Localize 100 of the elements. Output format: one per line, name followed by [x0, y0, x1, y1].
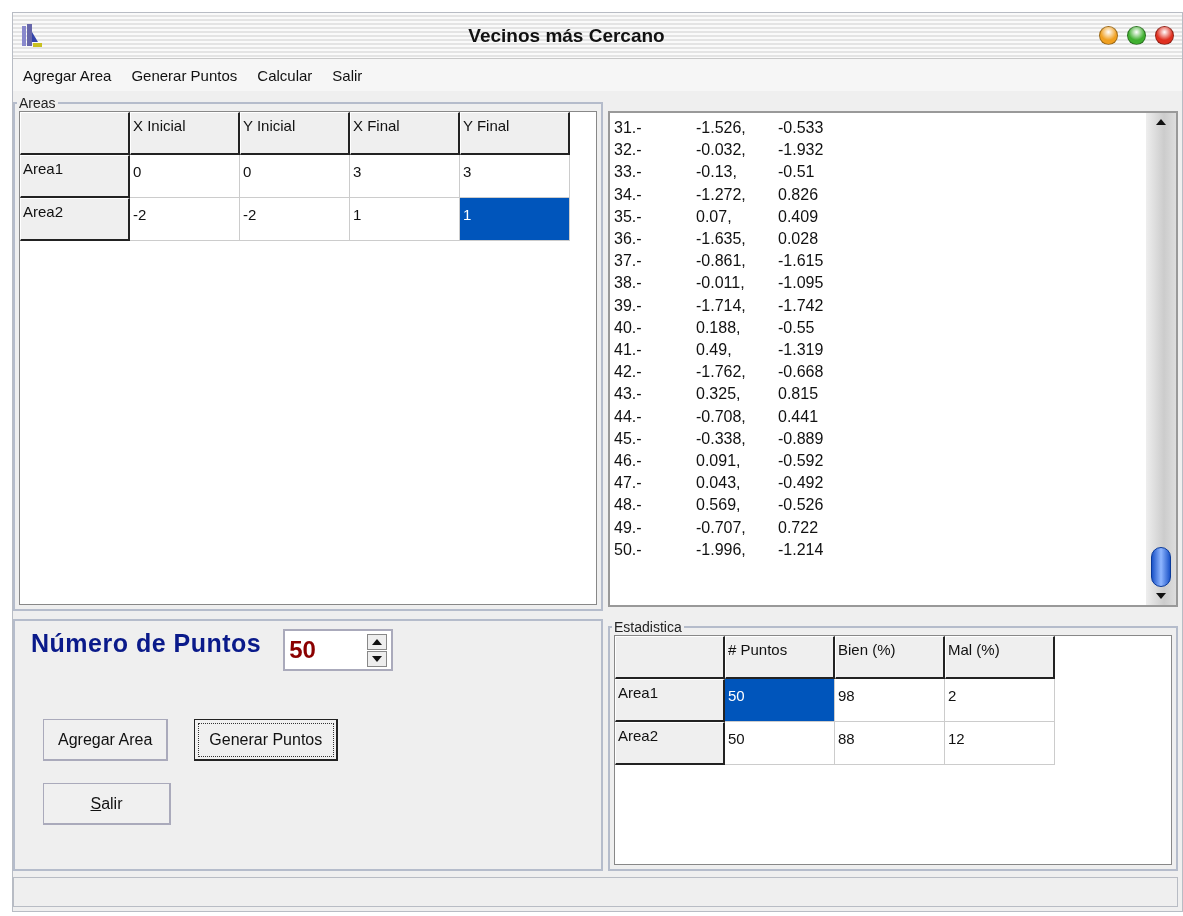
point-number: 50.- — [614, 539, 643, 560]
table-cell[interactable]: 12 — [945, 722, 1055, 765]
point-number: 46.- — [614, 451, 643, 472]
row-header[interactable]: Area2 — [615, 722, 725, 765]
point-number: 44.- — [614, 406, 643, 427]
spinner-value: 50 — [289, 636, 317, 664]
scrollbar[interactable] — [1146, 113, 1176, 605]
point-number: 37.- — [614, 251, 643, 272]
table-cell[interactable]: 50 — [725, 722, 835, 765]
point-y: -1.214 — [778, 539, 825, 560]
data-grid[interactable]: # Puntos Bien (%) Mal (%) Area1 50 98 2 Area2 50 88 12 — [614, 635, 1172, 865]
menu-item[interactable]: Generar Puntos — [131, 66, 238, 84]
point-x: -1.762, — [696, 362, 747, 383]
point-x: -1.996, — [696, 539, 747, 560]
point-number: 34.- — [614, 184, 643, 205]
points-list[interactable] — [608, 111, 1178, 607]
column-header[interactable]: Y Inicial — [240, 112, 350, 155]
point-x: -1.635, — [696, 229, 747, 249]
point-x: -0.708, — [696, 406, 747, 427]
action-button[interactable]: Generar Puntos — [194, 719, 339, 761]
table-cell[interactable]: 0 — [240, 155, 350, 198]
column-header[interactable]: Mal (%) — [945, 636, 1055, 679]
action-button[interactable]: Agregar Area — [43, 719, 169, 761]
table-cell[interactable]: 0 — [130, 155, 240, 198]
column-header[interactable]: X Inicial — [130, 112, 240, 155]
group-label: Areas — [18, 95, 57, 111]
action-button[interactable]: Salir — [43, 783, 171, 825]
table-cell[interactable]: 50 — [725, 679, 835, 722]
menu-item[interactable]: Agregar Area — [23, 66, 112, 84]
down-arrow-icon — [372, 655, 383, 662]
point-number: 45.- — [614, 428, 643, 449]
point-y: -1.095 — [778, 273, 825, 294]
point-y: -0.526 — [778, 495, 825, 516]
table-cell[interactable]: -2 — [240, 198, 350, 241]
point-number: 36.- — [614, 229, 643, 249]
point-number: 35.- — [614, 206, 643, 227]
point-number: 39.- — [614, 295, 643, 316]
point-number: 42.- — [614, 362, 643, 383]
point-number: 43.- — [614, 384, 643, 405]
group-label: Estadistica — [613, 619, 683, 635]
spin-down-button[interactable] — [367, 650, 388, 667]
column-header[interactable]: Bien (%) — [835, 636, 945, 679]
point-y: -0.889 — [778, 428, 825, 449]
point-y: -0.55 — [778, 317, 816, 338]
point-number: 41.- — [614, 340, 643, 361]
point-x: -0.011, — [696, 273, 746, 294]
point-number: 40.- — [614, 317, 643, 338]
point-x: 0.325, — [696, 384, 742, 405]
point-number: 32.- — [614, 140, 643, 161]
data-grid[interactable]: X Inicial Y Inicial X Final Y Final Area1 0 0 3 3 Area2 -2 -2 1 1 — [19, 111, 597, 605]
point-x: 0.07, — [696, 206, 733, 227]
window-title: Vecinos más Cercano — [467, 24, 666, 47]
table-cell[interactable]: -2 — [130, 198, 240, 241]
point-y: 0.826 — [778, 184, 820, 205]
table-cell[interactable]: 2 — [945, 679, 1055, 722]
point-y: 0.028 — [778, 229, 820, 249]
column-header[interactable]: # Puntos — [725, 636, 835, 679]
point-y: 0.722 — [778, 517, 820, 538]
point-y: -1.319 — [778, 340, 825, 361]
table-cell[interactable]: 1 — [460, 198, 570, 241]
column-header[interactable]: X Final — [350, 112, 460, 155]
point-number: 33.- — [614, 162, 643, 183]
point-y: -0.533 — [778, 118, 825, 138]
point-y: -0.592 — [778, 451, 825, 472]
table-cell[interactable]: 3 — [460, 155, 570, 198]
row-header[interactable]: Area1 — [20, 155, 130, 198]
number-spinner[interactable]: 50 — [283, 629, 394, 671]
point-y: 0.409 — [778, 206, 820, 227]
menu-item[interactable]: Calcular — [257, 66, 313, 84]
row-header[interactable]: Area1 — [615, 679, 725, 722]
point-y: -1.742 — [778, 295, 825, 316]
point-x: -0.707, — [696, 517, 747, 538]
point-x: 0.091, — [696, 451, 742, 472]
maximize-button[interactable] — [1127, 26, 1146, 45]
spin-up-button[interactable] — [367, 633, 388, 650]
up-arrow-icon — [372, 638, 383, 645]
table-cell[interactable]: 88 — [835, 722, 945, 765]
table-cell[interactable]: 3 — [350, 155, 460, 198]
point-y: 0.815 — [778, 384, 820, 405]
row-header[interactable]: Area2 — [20, 198, 130, 241]
down-arrow-icon — [1156, 593, 1166, 599]
close-button[interactable] — [1155, 26, 1174, 45]
point-x: -1.526, — [696, 118, 747, 138]
menu-item[interactable]: Salir — [332, 66, 363, 84]
table-cell[interactable]: 1 — [350, 198, 460, 241]
point-number: 49.- — [614, 517, 643, 538]
point-number: 47.- — [614, 473, 643, 494]
point-x: 0.569, — [696, 495, 742, 516]
table-cell[interactable]: 98 — [835, 679, 945, 722]
point-y: -0.492 — [778, 473, 825, 494]
point-y: 0.441 — [778, 406, 820, 427]
column-header[interactable]: Y Final — [460, 112, 570, 155]
minimize-button[interactable] — [1099, 26, 1118, 45]
point-number: 48.- — [614, 495, 643, 516]
point-x: -0.032, — [696, 140, 747, 161]
point-y: -1.615 — [778, 251, 825, 272]
point-x: -0.13, — [696, 162, 738, 183]
scroll-thumb[interactable] — [1151, 547, 1171, 587]
point-x: -1.272, — [696, 184, 747, 205]
point-x: -0.338, — [696, 428, 747, 449]
